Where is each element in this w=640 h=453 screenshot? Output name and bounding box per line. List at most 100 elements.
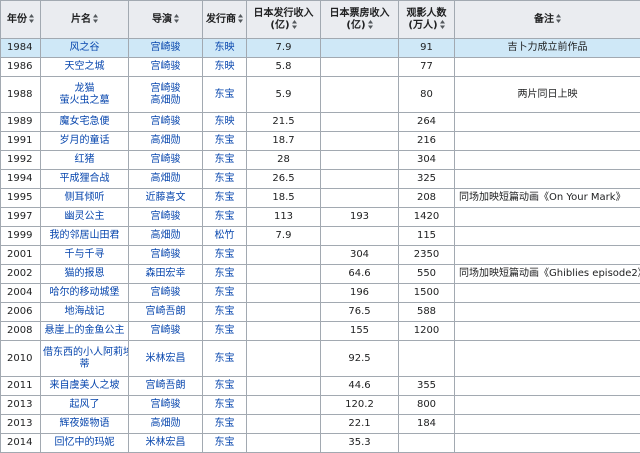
header-title[interactable]: 片名 [41,1,129,39]
dist-income-cell [247,265,321,284]
title-link[interactable]: 侧耳倾听 [41,189,129,208]
distributor-link[interactable]: 东宝 [203,246,247,265]
title-link[interactable]: 天空之城 [41,58,129,77]
title-link[interactable]: 千与千寻 [41,246,129,265]
distributor-link[interactable]: 东宝 [203,396,247,415]
table-row: 1988龙猫萤火虫之墓宫崎骏高畑勋东宝5.980两片同日上映 [1,77,640,113]
director-link[interactable]: 高畑勋 [129,132,203,151]
title-link[interactable]: 起风了 [41,396,129,415]
note-cell [455,396,640,415]
director-link[interactable]: 宫崎骏高畑勋 [129,77,203,113]
title-link[interactable]: 龙猫萤火虫之墓 [41,77,129,113]
distributor-link[interactable]: 东宝 [203,265,247,284]
year-cell: 1995 [1,189,41,208]
director-link[interactable]: 米林宏昌 [129,341,203,377]
header-viewers[interactable]: 观影人数(万人) [399,1,455,39]
table-body: 1984风之谷宫崎骏东映7.991吉卜力成立前作品1986天空之城宫崎骏东映5.… [1,39,640,453]
note-cell [455,377,640,396]
title-link[interactable]: 魔女宅急便 [41,113,129,132]
director-link[interactable]: 高畑勋 [129,227,203,246]
note-cell [455,58,640,77]
director-link[interactable]: 宫崎骏 [129,113,203,132]
distributor-link[interactable]: 东宝 [203,284,247,303]
box-office-cell: 35.3 [321,434,399,453]
sort-icon[interactable] [238,14,243,23]
sort-icon[interactable] [292,20,297,29]
distributor-link[interactable]: 东宝 [203,132,247,151]
table-row: 2006地海战记宫崎吾朗东宝76.5588 [1,303,640,322]
distributor-link[interactable]: 东宝 [203,189,247,208]
distributor-link[interactable]: 东宝 [203,415,247,434]
dist-income-cell: 113 [247,208,321,227]
title-link[interactable]: 平成狸合战 [41,170,129,189]
box-office-cell [321,227,399,246]
box-office-cell [321,113,399,132]
title-link[interactable]: 来自虞美人之坡 [41,377,129,396]
title-link[interactable]: 辉夜姬物语 [41,415,129,434]
sort-icon[interactable] [174,14,179,23]
header-director[interactable]: 导演 [129,1,203,39]
director-link[interactable]: 宫崎骏 [129,151,203,170]
dist-income-cell: 7.9 [247,227,321,246]
distributor-link[interactable]: 东宝 [203,77,247,113]
title-link[interactable]: 悬崖上的金鱼公主 [41,322,129,341]
title-link[interactable]: 地海战记 [41,303,129,322]
note-cell [455,170,640,189]
director-link[interactable]: 宫崎骏 [129,208,203,227]
distributor-link[interactable]: 东宝 [203,151,247,170]
director-link[interactable]: 宫崎吾朗 [129,303,203,322]
director-link[interactable]: 米林宏昌 [129,434,203,453]
title-link[interactable]: 回忆中的玛妮 [41,434,129,453]
header-box-office[interactable]: 日本票房收入(亿) [321,1,399,39]
header-year[interactable]: 年份 [1,1,41,39]
director-link[interactable]: 宫崎骏 [129,246,203,265]
sort-icon[interactable] [29,14,34,23]
director-link[interactable]: 森田宏幸 [129,265,203,284]
title-link[interactable]: 借东西的小人阿莉埃蒂 [41,341,129,377]
director-link[interactable]: 宫崎吾朗 [129,377,203,396]
distributor-link[interactable]: 东宝 [203,303,247,322]
director-link[interactable]: 宫崎骏 [129,284,203,303]
director-link[interactable]: 宫崎骏 [129,396,203,415]
director-link[interactable]: 高畑勋 [129,170,203,189]
distributor-link[interactable]: 东宝 [203,434,247,453]
distributor-link[interactable]: 东映 [203,113,247,132]
distributor-link[interactable]: 东宝 [203,341,247,377]
table-row: 1997幽灵公主宫崎骏东宝1131931420 [1,208,640,227]
title-link[interactable]: 风之谷 [41,39,129,58]
director-link[interactable]: 高畑勋 [129,415,203,434]
distributor-link[interactable]: 东宝 [203,377,247,396]
dist-income-cell: 21.5 [247,113,321,132]
table-row: 2004哈尔的移动城堡宫崎骏东宝1961500 [1,284,640,303]
header-note[interactable]: 备注 [455,1,640,39]
dist-income-cell [247,415,321,434]
note-cell: 两片同日上映 [455,77,640,113]
director-link[interactable]: 宫崎骏 [129,322,203,341]
title-link[interactable]: 红猪 [41,151,129,170]
title-link[interactable]: 我的邻居山田君 [41,227,129,246]
note-cell: 同场加映短篇动画《On Your Mark》 [455,189,640,208]
title-link[interactable]: 猫的报恩 [41,265,129,284]
distributor-link[interactable]: 东宝 [203,208,247,227]
distributor-link[interactable]: 东映 [203,39,247,58]
sort-icon[interactable] [440,20,445,29]
title-link[interactable]: 岁月的童话 [41,132,129,151]
director-link[interactable]: 近藤喜文 [129,189,203,208]
note-cell [455,132,640,151]
distributor-link[interactable]: 东映 [203,58,247,77]
sort-icon[interactable] [93,14,98,23]
header-dist-income[interactable]: 日本发行收入(亿) [247,1,321,39]
director-link[interactable]: 宫崎骏 [129,39,203,58]
sort-icon[interactable] [368,20,373,29]
table-row: 1991岁月的童话高畑勋东宝18.7216 [1,132,640,151]
sort-icon[interactable] [556,14,561,23]
year-cell: 1999 [1,227,41,246]
distributor-link[interactable]: 东宝 [203,170,247,189]
year-cell: 1988 [1,77,41,113]
title-link[interactable]: 哈尔的移动城堡 [41,284,129,303]
title-link[interactable]: 幽灵公主 [41,208,129,227]
header-distributor[interactable]: 发行商 [203,1,247,39]
distributor-link[interactable]: 松竹 [203,227,247,246]
distributor-link[interactable]: 东宝 [203,322,247,341]
director-link[interactable]: 宫崎骏 [129,58,203,77]
